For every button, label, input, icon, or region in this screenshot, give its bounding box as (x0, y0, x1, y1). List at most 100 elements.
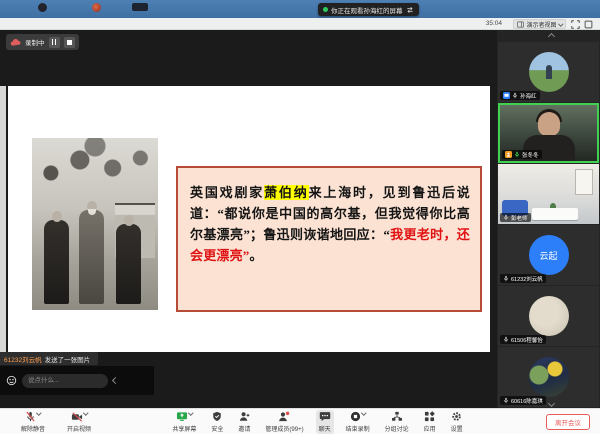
breakout-icon (391, 411, 403, 422)
slide-text: 英国戏剧家 (190, 185, 264, 200)
live-dot-icon (323, 7, 328, 12)
participant-name: 彭老师 (511, 214, 528, 222)
participant-nametag: 61232刘云帆 (500, 274, 546, 283)
toolbar-item[interactable]: 安全 (208, 410, 226, 434)
participant-name: 60616陈嘉琪 (511, 397, 543, 405)
toolbar-item[interactable]: 设置 (448, 410, 466, 434)
participant-nametag: 孙海红 (500, 91, 540, 100)
participant-tile[interactable]: 云起61232刘云帆 (498, 225, 599, 285)
mic-status-icon (503, 336, 509, 343)
participant-avatar (529, 52, 569, 92)
participant-tiles: 孙海红张冬冬彭老师云起61232刘云帆 61506程馨怡 60616陈嘉琪 (498, 42, 599, 408)
layout-grid-icon (517, 21, 524, 28)
toolbar-item-label: 聊天 (319, 424, 331, 433)
participant-tile[interactable]: 彭老师 (498, 164, 599, 224)
chevron-icon[interactable] (361, 410, 366, 415)
toolbar-item[interactable]: 结束录制 (343, 410, 373, 434)
presenter-view-button[interactable]: 演示者视图 (513, 19, 566, 29)
toolbar-item[interactable]: 管理成员(99+) (262, 410, 306, 434)
photo-figure-middle (79, 210, 104, 304)
participant-name: 61506程馨怡 (511, 336, 543, 344)
toolbar-item[interactable]: 分组讨论 (382, 410, 412, 434)
scroll-up-icon[interactable] (547, 33, 554, 40)
participant-tile[interactable]: 张冬冬 (498, 103, 599, 163)
apps-icon (424, 411, 435, 422)
chevron-icon[interactable] (37, 410, 42, 415)
participant-avatar: 云起 (529, 235, 569, 275)
chat-message-toast[interactable]: 61232刘云帆 发送了一张图片 (0, 352, 98, 365)
toolbar-item-label: 结束录制 (346, 424, 370, 433)
chat-input[interactable] (22, 374, 108, 388)
participants-sidebar: 孙海红张冬冬彭老师云起61232刘云帆 61506程馨怡 60616陈嘉琪 (497, 30, 600, 408)
toolbar-item-label: 解除静音 (21, 424, 45, 433)
presentation-slide: 英国戏剧家萧伯纳来上海时，见到鲁迅后说道：“都说你是中国的高尔基，但我觉得你比高… (8, 86, 490, 352)
stop-record-icon (350, 411, 361, 422)
luxun-shaw-photo (32, 138, 158, 310)
desktop-strip: 你正在观看孙海红的屏幕 (0, 0, 600, 18)
screen-share-icon (176, 411, 188, 422)
toolbar-item[interactable]: 邀请 (235, 410, 253, 434)
toolbar-item-label: 应用 (424, 424, 436, 433)
taskbar-icon[interactable] (92, 3, 101, 12)
leave-meeting-button[interactable]: 离开会议 (546, 414, 590, 430)
meeting-app-window: 你正在观看孙海红的屏幕 35:04 演示者视图 录制中 (0, 0, 600, 434)
mic-status-icon (512, 92, 518, 99)
participant-tile[interactable]: 孙海红 (498, 42, 599, 102)
collapse-chat-icon[interactable] (112, 377, 119, 384)
toolbar-item-label: 安全 (211, 424, 223, 433)
presenter-badge-icon (503, 92, 510, 99)
screen-watch-text: 你正在观看孙海红的屏幕 (331, 5, 403, 15)
recording-label: 录制中 (25, 37, 45, 47)
pause-recording-button[interactable] (49, 37, 60, 48)
toolbar-item[interactable]: 聊天 (316, 410, 334, 434)
chevron-icon[interactable] (188, 410, 193, 415)
chevron-down-icon (558, 22, 563, 27)
participant-name: 孙海红 (520, 92, 537, 100)
toolbar-item-label: 邀请 (238, 424, 250, 433)
member-badge-icon (505, 151, 512, 158)
settings-icon (451, 411, 462, 422)
cloud-record-icon (10, 38, 21, 47)
participant-tile[interactable]: 61506程馨怡 (498, 286, 599, 346)
slide-paragraph: 英国戏剧家萧伯纳来上海时，见到鲁迅后说道：“都说你是中国的高尔基，但我觉得你比高… (190, 182, 470, 266)
swap-screen-icon[interactable] (406, 6, 414, 14)
shield-icon (212, 411, 222, 422)
toolbar-item[interactable]: 共享屏幕 (169, 410, 199, 434)
slide-panel-sliver (0, 86, 6, 352)
participant-nametag: 61506程馨怡 (500, 335, 546, 344)
meeting-timer: 35:04 (486, 20, 502, 27)
chat-icon (319, 411, 331, 422)
toolbar-item[interactable]: 应用 (421, 410, 439, 434)
emoji-icon[interactable] (6, 375, 17, 386)
taskbar-icon[interactable] (132, 3, 148, 11)
slide-highlighted-name: 萧伯纳 (264, 185, 308, 200)
toolbar-item-label: 共享屏幕 (172, 424, 196, 433)
taskbar-icon[interactable] (38, 3, 47, 12)
chevron-icon[interactable] (83, 410, 88, 415)
photo-figure-right (116, 224, 141, 304)
camera-muted-icon (71, 411, 83, 423)
toolbar-item[interactable]: 解除静音 (18, 410, 48, 434)
participant-avatar (529, 296, 569, 336)
invite-icon (239, 411, 250, 422)
fullscreen-icon[interactable] (571, 20, 580, 29)
participant-nametag: 彭老师 (500, 213, 531, 222)
toolbar-item-label: 开启视频 (67, 424, 91, 433)
photo-figure-left (44, 220, 69, 304)
screen-watch-banner[interactable]: 你正在观看孙海红的屏幕 (318, 3, 419, 16)
participant-nametag: 60616陈嘉琪 (500, 396, 546, 405)
participant-tile[interactable]: 60616陈嘉琪 (498, 347, 599, 407)
participant-avatar (529, 357, 569, 397)
mic-status-icon (514, 151, 520, 158)
toolbar-item[interactable]: 开启视频 (64, 410, 94, 434)
toolbar-item-label: 设置 (451, 424, 463, 433)
mic-status-icon (503, 397, 509, 404)
toolbar-item-label: 管理成员(99+) (265, 424, 303, 433)
stop-recording-button[interactable] (64, 37, 75, 48)
mic-status-icon (503, 214, 509, 221)
participant-name: 张冬冬 (522, 151, 539, 159)
participant-name: 61232刘云帆 (511, 275, 543, 283)
presenter-view-label: 演示者视图 (526, 20, 556, 29)
pop-out-window-icon[interactable] (584, 20, 593, 29)
chat-input-bar (0, 366, 154, 395)
